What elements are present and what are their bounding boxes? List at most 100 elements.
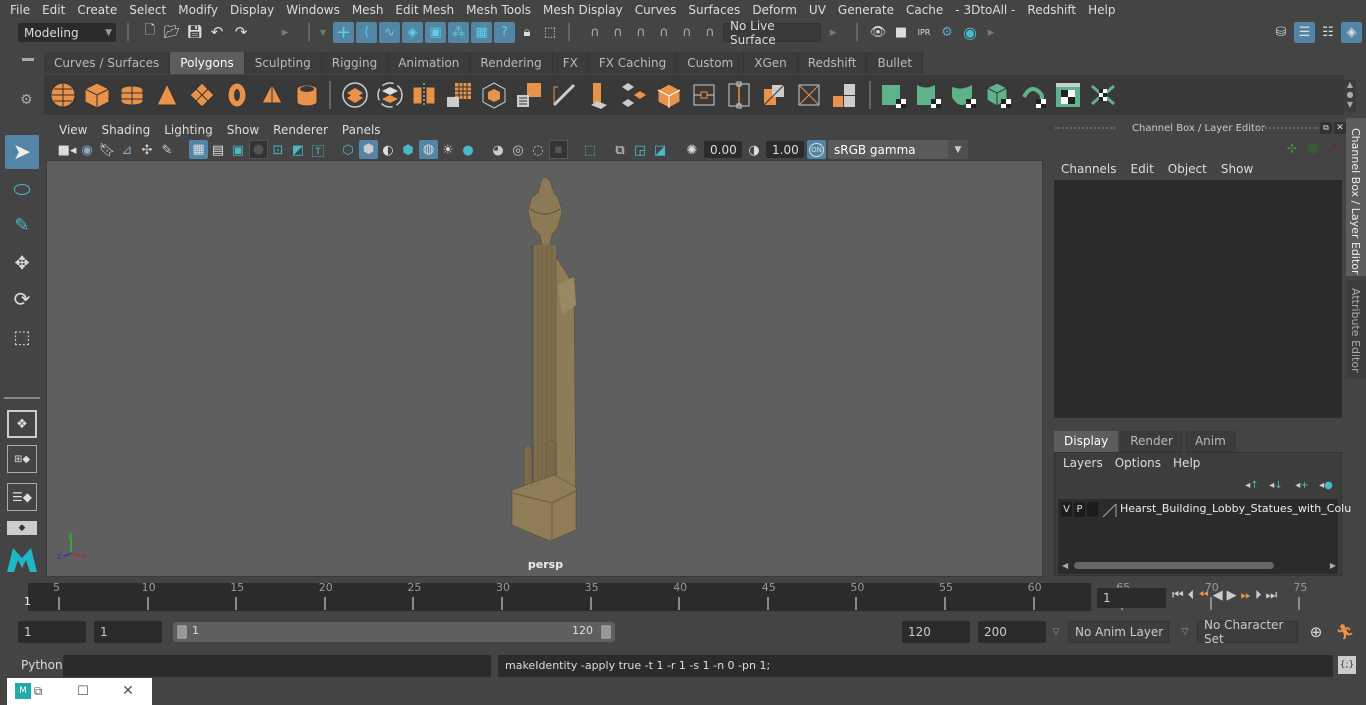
time-slider[interactable]: 1 51015202530354045505560657075808590951…	[18, 581, 1307, 611]
anim-start-field[interactable]: 1	[94, 621, 162, 643]
exposure-field[interactable]: 0.00	[704, 141, 742, 158]
select-vertex-icon[interactable]: ◈	[402, 22, 423, 43]
shelf-tab-sculpting[interactable]: Sculpting	[244, 52, 322, 74]
character-set-dropdown[interactable]: No Character Set	[1197, 618, 1298, 646]
channel-menu-channels[interactable]: Channels	[1054, 162, 1124, 176]
shelf-scroll-buttons[interactable]: ▲ ● ▼	[1344, 80, 1356, 112]
shelf-tab-bullet[interactable]: Bullet	[867, 52, 924, 74]
snap-grid-icon[interactable]: ∩	[585, 23, 605, 41]
poly-plane-icon[interactable]	[188, 81, 216, 109]
auto-key-icon[interactable]: ⊕	[1306, 622, 1326, 642]
layer-display-type-toggle[interactable]	[1087, 502, 1098, 517]
maya-app-icon[interactable]: M	[15, 683, 31, 699]
select-uv-icon[interactable]: ▦	[471, 22, 492, 43]
script-editor-icon[interactable]: {;}	[1338, 656, 1356, 674]
uv-cut-sew-icon[interactable]	[1089, 81, 1117, 109]
motion-blur-icon[interactable]: ◎	[509, 141, 527, 159]
bevel-icon[interactable]	[655, 81, 683, 109]
restore-icon[interactable]: ⧉	[31, 683, 45, 699]
uv-unfold-icon[interactable]	[1020, 81, 1048, 109]
hypershade-icon[interactable]: ◉	[960, 23, 980, 42]
target-weld-icon[interactable]	[795, 81, 823, 109]
textured-icon[interactable]: ◍	[419, 140, 438, 159]
anim-layer-dropdown[interactable]: No Anim Layer	[1068, 621, 1169, 643]
layer-list-scrollbar[interactable]: ◀ ▶	[1062, 560, 1336, 571]
chevron-down-icon[interactable]: ▼	[318, 23, 328, 41]
menu-mesh-tools[interactable]: Mesh Tools	[460, 0, 537, 20]
image-plane-icon[interactable]: ⊿	[118, 141, 136, 159]
uv-planar-icon[interactable]	[880, 81, 908, 109]
single-perspective-layout-icon[interactable]: ❖	[7, 410, 37, 438]
select-by-hierarchy-icon[interactable]: +	[333, 22, 354, 43]
camera-icon[interactable]: ■◂	[58, 141, 77, 159]
channel-menu-edit[interactable]: Edit	[1124, 162, 1161, 176]
statue-column-model[interactable]	[502, 175, 602, 545]
help-question-icon[interactable]: ?	[494, 22, 515, 43]
smooth-icon[interactable]	[445, 81, 473, 109]
screen-space-ao-icon[interactable]: ◕	[489, 141, 507, 159]
field-chart-icon[interactable]: ⊡	[269, 141, 287, 159]
remesh-icon[interactable]	[515, 81, 543, 109]
exposure-icon[interactable]: ✺	[683, 141, 701, 159]
multi-cut-icon[interactable]	[550, 81, 578, 109]
snap-view-plane-icon[interactable]: ∩	[654, 23, 674, 41]
layer-menu-options[interactable]: Options	[1109, 456, 1167, 470]
persp-outliner-layout-icon[interactable]: ☰◆	[7, 483, 37, 511]
step-forward-frame-icon[interactable]: ⏵	[1255, 588, 1262, 608]
menu-file[interactable]: File	[4, 0, 36, 20]
lock-icon[interactable]: 🔒︎	[518, 23, 536, 41]
safe-title-icon[interactable]: 🅃	[309, 141, 327, 160]
manipulator-icon[interactable]: ⊹	[1284, 140, 1300, 156]
float-panel-icon[interactable]: ⧉	[1320, 122, 1332, 134]
move-layer-down-icon[interactable]: ◂ ↓	[1267, 477, 1285, 493]
move-layer-up-icon[interactable]: ◂ ↑	[1243, 477, 1261, 493]
menu-surfaces[interactable]: Surfaces	[682, 0, 746, 20]
shelf-tab-curves-surfaces[interactable]: Curves / Surfaces	[44, 52, 171, 74]
2d-pan-zoom-icon[interactable]: ✣	[138, 141, 156, 159]
live-surface-field[interactable]: No Live Surface	[723, 19, 821, 47]
menu-select[interactable]: Select	[123, 0, 172, 20]
hyperbolic-icon[interactable]: ↗	[1326, 140, 1340, 156]
play-forwards-icon[interactable]: ▶	[1227, 588, 1237, 608]
render-view-icon[interactable]: 👁︎	[868, 23, 888, 41]
select-edge-icon[interactable]: ▣	[425, 22, 446, 43]
poly-cube-icon[interactable]	[83, 81, 111, 109]
film-gate-icon[interactable]: ▤	[209, 141, 227, 159]
scroll-right-icon[interactable]: ▶	[1330, 561, 1336, 570]
poly-torus-icon[interactable]	[223, 81, 251, 109]
select-by-object-type-icon[interactable]: ⟨	[356, 22, 377, 43]
new-layer-selected-icon[interactable]: ◂ ●	[1317, 477, 1335, 493]
save-scene-icon[interactable]: 💾︎	[186, 23, 204, 41]
channel-box-list[interactable]	[1054, 180, 1342, 418]
close-icon[interactable]: ✕	[120, 683, 136, 699]
select-tool-icon[interactable]: ➤	[5, 135, 39, 169]
perspective-viewport[interactable]: persp y x z	[46, 160, 1043, 577]
poly-cylinder-icon[interactable]	[118, 81, 146, 109]
menu-help[interactable]: Help	[1082, 0, 1121, 20]
maximize-icon[interactable]: ☐	[75, 683, 91, 699]
highlight-selection-icon[interactable]: ⬚	[541, 23, 559, 41]
bookmark-icon[interactable]: 🔖︎	[98, 141, 116, 159]
redo-icon[interactable]: ↷	[232, 23, 250, 41]
shelf-tab-xgen[interactable]: XGen	[744, 52, 798, 74]
scroll-left-icon[interactable]: ◀	[1062, 561, 1068, 570]
insert-edge-loop-icon[interactable]	[725, 81, 753, 109]
new-layer-icon[interactable]: ◂ +	[1293, 477, 1311, 493]
menu-3dtoall[interactable]: - 3DtoAll -	[949, 0, 1021, 20]
menu-windows[interactable]: Windows	[280, 0, 346, 20]
shelf-tab-fx[interactable]: FX	[552, 52, 589, 74]
render-current-icon[interactable]: ■	[891, 23, 911, 41]
menu-redshift[interactable]: Redshift	[1021, 0, 1082, 20]
layer-tab-render[interactable]: Render	[1120, 431, 1183, 452]
menu-generate[interactable]: Generate	[832, 0, 900, 20]
undo-icon[interactable]: ↶	[208, 23, 226, 41]
grease-pencil-icon[interactable]: ✎	[158, 141, 176, 159]
layer-tab-anim[interactable]: Anim	[1184, 431, 1236, 452]
range-slider[interactable]: 1 120	[173, 622, 615, 642]
wireframe-icon[interactable]: ⬡	[339, 141, 357, 159]
layer-name[interactable]: Hearst_Building_Lobby_Statues_with_Colu	[1120, 502, 1351, 515]
viewport-menu-show[interactable]: Show	[220, 123, 266, 137]
shelf-tab-animation[interactable]: Animation	[388, 52, 471, 74]
command-input[interactable]	[63, 655, 491, 677]
collapse-arrow-icon[interactable]: ▸	[986, 23, 996, 41]
